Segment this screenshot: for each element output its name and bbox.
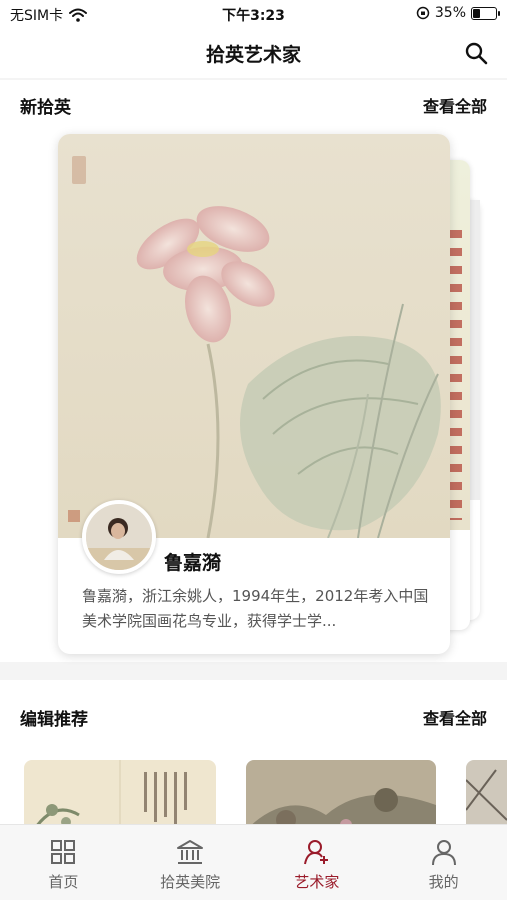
status-right: 35% [416, 5, 500, 21]
tab-label: 拾英美院 [160, 873, 221, 891]
tab-bar: 首页 拾英美院 艺术家 我的 [0, 824, 507, 900]
section-title: 编辑推荐 [20, 709, 88, 730]
battery-percent: 35% [434, 5, 466, 21]
tab-label: 艺术家 [294, 873, 340, 891]
status-bar: 无SIM卡 下午3:23 35% [0, 0, 507, 28]
tab-profile[interactable]: 我的 [380, 825, 507, 900]
tab-label: 我的 [428, 873, 459, 891]
view-all-link[interactable]: 查看全部 [423, 705, 487, 729]
rotation-lock-icon [416, 6, 430, 20]
tab-home[interactable]: 首页 [0, 825, 127, 900]
grid-icon [51, 840, 76, 864]
tab-label: 首页 [48, 873, 79, 891]
artist-name: 鲁嘉漪 [164, 552, 222, 574]
artwork-image [58, 134, 450, 538]
tab-artists[interactable]: 艺术家 [254, 825, 381, 900]
person-icon [431, 840, 456, 866]
battery-icon [471, 6, 500, 20]
nav-bar: 拾英艺术家 [0, 28, 507, 78]
page-title: 拾英艺术家 [205, 44, 301, 66]
calligraphy-strip [448, 230, 462, 520]
section-header: 编辑推荐 查看全部 [20, 702, 487, 732]
featured-artist-card[interactable]: 鲁嘉漪 鲁嘉漪，浙江余姚人，1994年生，2012年考入中国美术学院国画花鸟专业… [58, 134, 450, 654]
search-icon[interactable] [463, 40, 489, 66]
section-title: 新拾英 [20, 97, 71, 118]
artist-add-icon [303, 840, 328, 865]
artist-bio: 鲁嘉漪，浙江余姚人，1994年生，2012年考入中国美术学院国画花鸟专业，获得学… [82, 587, 429, 630]
battery-level [473, 8, 481, 18]
app-screen: 无SIM卡 下午3:23 35% 拾英艺术家 新拾英 查看全部 鲁嘉漪 鲁嘉漪，… [0, 0, 507, 900]
view-all-link[interactable]: 查看全部 [423, 93, 487, 117]
tab-academy[interactable]: 拾英美院 [127, 825, 254, 900]
museum-icon [177, 840, 204, 864]
artist-avatar[interactable] [82, 500, 156, 574]
section-header: 新拾英 查看全部 [20, 90, 487, 120]
